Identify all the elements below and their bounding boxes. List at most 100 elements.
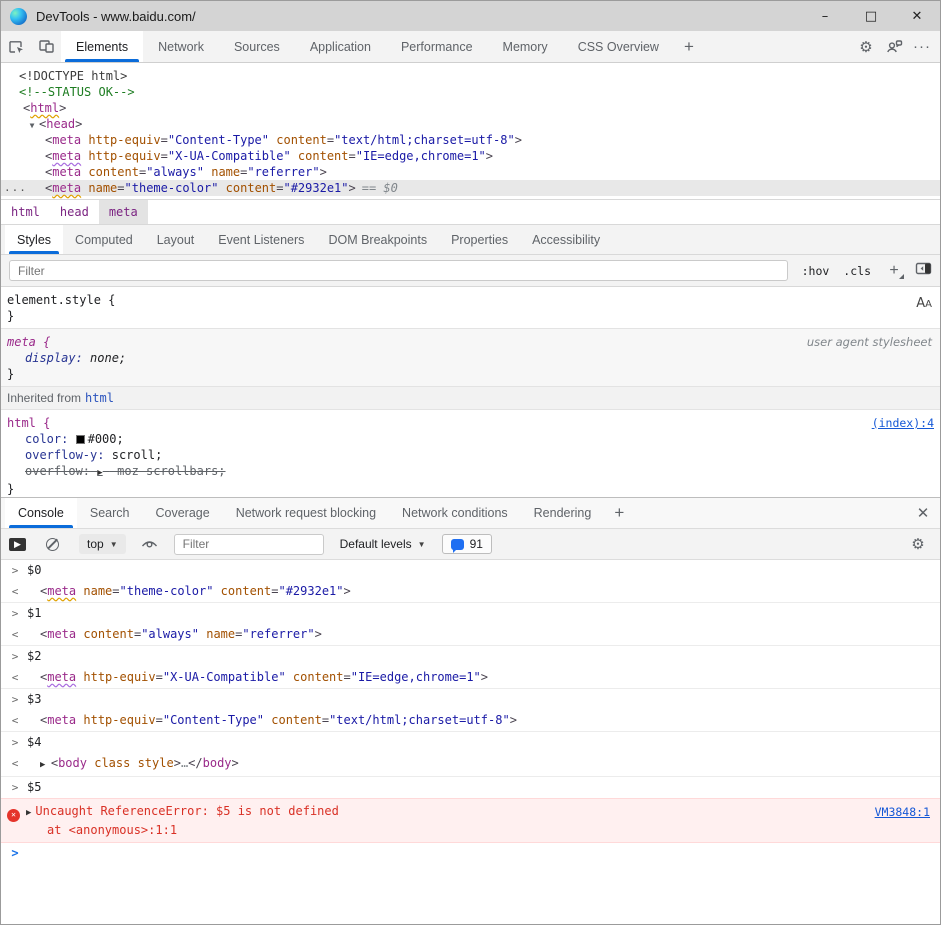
- tab-css-overview[interactable]: CSS Overview: [563, 31, 674, 62]
- color-swatch[interactable]: [76, 435, 85, 444]
- styles-pane: element.style { } AA meta { display: non…: [1, 287, 940, 497]
- more-drawer-tabs-plus-icon[interactable]: +: [604, 498, 634, 528]
- html-rule-selector: html {: [7, 416, 50, 430]
- inherited-from-link[interactable]: html: [85, 391, 114, 405]
- title-bar: DevTools - www.baidu.com/ – □ ✕: [1, 1, 940, 31]
- dom-tree-row[interactable]: <meta http-equiv="X-UA-Compatible" conte…: [1, 148, 940, 164]
- styles-tab-computed[interactable]: Computed: [63, 225, 145, 254]
- console-output-entry[interactable]: <▶ <body class style>…</body>: [1, 753, 940, 777]
- dom-tree-row[interactable]: ...<meta name="theme-color" content="#29…: [1, 180, 940, 196]
- minimize-button[interactable]: –: [802, 1, 848, 31]
- dom-tree-row[interactable]: <meta http-equiv="Content-Type" content=…: [1, 132, 940, 148]
- tab-application[interactable]: Application: [295, 31, 386, 62]
- expand-error-icon[interactable]: ▶: [26, 808, 31, 818]
- log-levels-select[interactable]: Default levels▼: [340, 537, 426, 551]
- devtools-window: DevTools - www.baidu.com/ – □ ✕ Elements…: [0, 0, 941, 925]
- breadcrumb-meta[interactable]: meta: [99, 200, 148, 224]
- meta-rule-selector: meta {: [7, 335, 50, 349]
- tab-bar-right-actions: ⚙ ···: [852, 31, 940, 62]
- window-controls: – □ ✕: [802, 1, 940, 31]
- more-options-icon[interactable]: ···: [908, 33, 936, 61]
- rule-origin-label: user agent stylesheet: [807, 334, 932, 350]
- inherited-from-header: Inherited fromhtml: [1, 387, 940, 410]
- drawer-tab-coverage[interactable]: Coverage: [142, 498, 222, 528]
- input-chevron-icon: >: [7, 605, 23, 622]
- device-toolbar-icon[interactable]: [31, 31, 61, 62]
- console-expression: $4: [27, 734, 41, 751]
- close-button[interactable]: ✕: [894, 1, 940, 31]
- invalid-property-line: overflow: ▶ -moz-scrollbars;: [7, 463, 934, 481]
- console-expression: $0: [27, 562, 41, 579]
- tab-sources[interactable]: Sources: [219, 31, 295, 62]
- main-tabs: ElementsNetworkSourcesApplicationPerform…: [61, 31, 674, 62]
- settings-gear-icon[interactable]: ⚙: [852, 33, 880, 61]
- styles-tab-styles[interactable]: Styles: [5, 225, 63, 254]
- chat-bubble-icon: [451, 539, 464, 550]
- styles-tab-event-listeners[interactable]: Event Listeners: [206, 225, 316, 254]
- toggle-class-button[interactable]: .cls: [843, 264, 871, 278]
- console-toolbar: ▶ top▼ Default levels▼ 91 ⚙: [1, 529, 940, 560]
- drawer-tab-console[interactable]: Console: [5, 498, 77, 528]
- console-input-entry: >$2: [1, 646, 940, 667]
- console-output-entry[interactable]: <<meta http-equiv="Content-Type" content…: [1, 710, 940, 732]
- styles-tab-dom-breakpoints[interactable]: DOM Breakpoints: [316, 225, 439, 254]
- element-style-rule[interactable]: element.style { } AA: [1, 287, 940, 329]
- tab-memory[interactable]: Memory: [488, 31, 563, 62]
- html-style-rule[interactable]: html { color: #000; overflow-y: scroll; …: [1, 410, 940, 497]
- console-error-entry[interactable]: ✕▶Uncaught ReferenceError: $5 is not def…: [1, 798, 940, 843]
- styles-tab-layout[interactable]: Layout: [145, 225, 207, 254]
- dom-tree-row[interactable]: <!DOCTYPE html>: [1, 68, 940, 84]
- console-prompt[interactable]: >: [1, 843, 940, 864]
- new-style-rule-icon[interactable]: +: [885, 262, 903, 280]
- drawer-tab-search[interactable]: Search: [77, 498, 143, 528]
- row-menu-dots-icon[interactable]: ...: [4, 180, 27, 196]
- console-filter-input[interactable]: [174, 534, 324, 555]
- element-states-panel-icon[interactable]: [915, 262, 932, 280]
- input-chevron-icon: >: [7, 562, 23, 579]
- console-sidebar-icon[interactable]: ▶: [9, 538, 26, 551]
- styles-tab-properties[interactable]: Properties: [439, 225, 520, 254]
- styles-tab-accessibility[interactable]: Accessibility: [520, 225, 612, 254]
- clear-console-icon[interactable]: [46, 538, 59, 551]
- close-drawer-icon[interactable]: ✕: [906, 498, 940, 528]
- message-count-badge[interactable]: 91: [442, 534, 492, 554]
- drawer-tab-network-conditions[interactable]: Network conditions: [389, 498, 521, 528]
- drawer-tabs: ConsoleSearchCoverageNetwork request blo…: [1, 498, 940, 529]
- console-expression: $3: [27, 691, 41, 708]
- tab-network[interactable]: Network: [143, 31, 219, 62]
- font-editor-icon[interactable]: AA: [916, 295, 932, 313]
- tab-performance[interactable]: Performance: [386, 31, 488, 62]
- console-settings-gear-icon[interactable]: ⚙: [904, 530, 932, 558]
- breadcrumb-html[interactable]: html: [1, 200, 50, 224]
- console-expression: $5: [27, 779, 41, 796]
- tab-elements[interactable]: Elements: [61, 31, 143, 62]
- dom-tree-row[interactable]: <meta content="always" name="referrer">: [1, 164, 940, 180]
- error-stack-line: at <anonymous>:1:1: [7, 822, 932, 838]
- dom-tree-row[interactable]: ▼<head>: [1, 116, 940, 132]
- breadcrumb-head[interactable]: head: [50, 200, 99, 224]
- user-agent-meta-rule[interactable]: meta { display: none; } user agent style…: [1, 329, 940, 387]
- drawer-tab-rendering[interactable]: Rendering: [521, 498, 605, 528]
- toggle-hover-state-button[interactable]: :hov: [802, 264, 830, 278]
- console-output-entry[interactable]: <<meta http-equiv="X-UA-Compatible" cont…: [1, 667, 940, 689]
- dom-tree-row[interactable]: <!--STATUS OK-->: [1, 84, 940, 100]
- dom-tree-row[interactable]: <html>: [1, 100, 940, 116]
- element-style-selector: element.style {: [7, 293, 115, 307]
- styles-filter-input[interactable]: [9, 260, 788, 281]
- devtools-tab-bar: ElementsNetworkSourcesApplicationPerform…: [1, 31, 940, 63]
- live-expression-eye-icon[interactable]: [136, 530, 164, 558]
- console-output-entry[interactable]: <<meta content="always" name="referrer">: [1, 624, 940, 646]
- error-source-link[interactable]: VM3848:1: [875, 804, 930, 820]
- maximize-button[interactable]: □: [848, 1, 894, 31]
- feedback-icon[interactable]: [880, 33, 908, 61]
- stylesheet-source-link[interactable]: (index):4: [872, 415, 934, 431]
- console-input-entry: >$1: [1, 603, 940, 624]
- inspect-element-icon[interactable]: [1, 31, 31, 62]
- input-chevron-icon: >: [7, 648, 23, 665]
- window-title: DevTools - www.baidu.com/: [36, 9, 196, 24]
- drawer-tab-network-request-blocking[interactable]: Network request blocking: [223, 498, 389, 528]
- more-tabs-plus-icon[interactable]: +: [674, 31, 704, 62]
- execution-context-select[interactable]: top▼: [79, 534, 126, 554]
- styles-filter-bar: :hov .cls +: [1, 255, 940, 287]
- console-output-entry[interactable]: <<meta name="theme-color" content="#2932…: [1, 581, 940, 603]
